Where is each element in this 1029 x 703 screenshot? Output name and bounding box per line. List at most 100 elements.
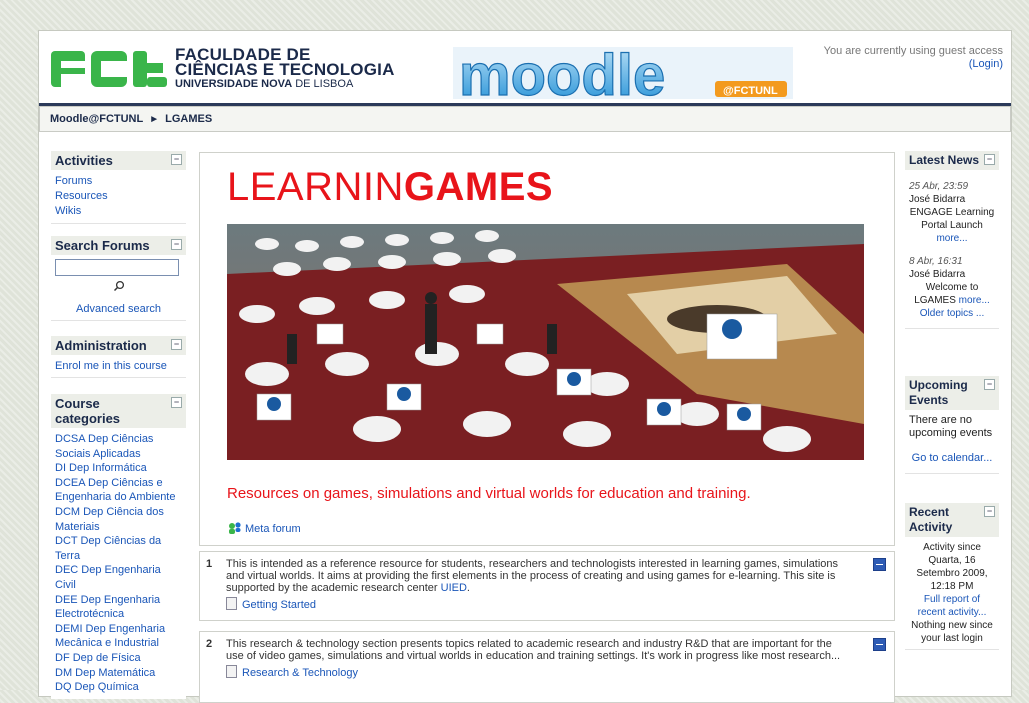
activity-resources[interactable]: Resources [55,190,108,202]
collapse-icon[interactable]: − [984,379,995,390]
search-forums-title: Search Forums − [51,236,186,255]
course-categories-title-text: Course categories [55,396,121,426]
administration-title: Administration − [51,336,186,355]
meta-forum-link[interactable]: Meta forum [245,523,301,535]
fct-line2: CIÊNCIAS E TECNOLOGIA [175,60,395,79]
category-link[interactable]: DEC Dep Engenharia Civil [55,564,161,591]
getting-started-link[interactable]: Getting Started [242,599,316,611]
category-list: DCSA Dep Ciências Sociais Aplicadas DI De… [51,428,186,699]
topic-section-1: 1 This is intended as a reference resour… [199,551,895,621]
moodle-sub: @FCTUNL [723,85,778,97]
login-link[interactable]: (Login) [969,58,1003,70]
activity-forums[interactable]: Forums [55,175,92,187]
latest-news-block: Latest News − 25 Abr, 23:59 José Bidarra … [905,151,999,329]
page-title: LEARNINGAMES [227,165,553,209]
meta-forum-item: Meta forum [227,522,301,535]
nothing-new-text: Nothing new since your last login [911,620,993,644]
activities-title: Activities − [51,151,186,170]
moodle-wordmark: moodle [459,43,665,101]
category-link[interactable]: DCEA Dep Ciências e Engenharia do Ambien… [55,477,175,504]
category-link[interactable]: DCSA Dep Ciências Sociais Aplicadas [55,433,153,460]
page: FACULDADE DE CIÊNCIAS E TECNOLOGIA UNIVE… [38,30,1012,703]
no-events-text: There are no upcoming events [909,414,993,439]
collapse-icon[interactable]: − [984,506,995,517]
full-report-link[interactable]: Full report of recent activity... [918,594,987,618]
activities-block: Activities − Forums Resources Wikis [51,151,186,224]
news-date: 25 Abr, 23:59 [909,181,969,192]
title-bold: GAMES [403,165,554,209]
activity-since: Activity since Quarta, 16 Setembro 2009,… [916,542,988,592]
category-link[interactable]: DM Dep Matemática [55,667,155,679]
collapse-icon[interactable]: − [171,397,182,408]
category-link[interactable]: DCT Dep Ciências da Terra [55,535,161,562]
collapse-icon[interactable]: − [984,154,995,165]
category-link[interactable]: DCM Dep Ciência dos Materiais [55,506,164,533]
show-only-topic-icon[interactable] [873,638,886,651]
topic-number: 1 [206,558,213,570]
recent-activity-title: Recent Activity − [905,503,999,537]
guest-notice: You are currently using guest access (Lo… [824,45,1003,71]
collapse-icon[interactable]: − [171,154,182,165]
news-item: Welcome to LGAMES more... [909,281,995,307]
resource-item: Research & Technology [226,665,846,679]
category-link[interactable]: DQ Dep Química [55,681,139,693]
upcoming-events-title: Upcoming Events − [905,376,999,410]
course-summary: LEARNINGAMES Resources on games, simulat… [199,152,895,546]
breadcrumb-home[interactable]: Moodle@FCTUNL [50,113,143,125]
uied-link[interactable]: UIED [441,582,467,594]
show-only-topic-icon[interactable] [873,558,886,571]
topic-text: This research & technology section prese… [226,638,841,662]
fct-name: FACULDADE DE CIÊNCIAS E TECNOLOGIA UNIVE… [175,46,395,92]
news-author: José Bidarra [909,194,966,205]
fct-line3-light: DE LISBOA [292,78,354,90]
resource-item: Getting Started [226,597,846,611]
category-link[interactable]: DEE Dep Engenharia Electrotécnica [55,594,160,621]
recent-activity-title-text: Recent Activity [909,505,953,534]
enrol-link[interactable]: Enrol me in this course [55,360,167,372]
topic-number: 2 [206,638,213,650]
search-forums-title-text: Search Forums [55,238,150,253]
moodle-logo[interactable]: moodle @FCTUNL [453,39,793,101]
document-icon [226,597,237,610]
fct-line3: UNIVERSIDADE NOVA DE LISBOA [175,77,395,92]
recent-activity-block: Recent Activity − Activity since Quarta, … [905,503,999,650]
category-link[interactable]: DI Dep Informática [55,462,147,474]
calendar-link[interactable]: Go to calendar... [912,452,993,464]
breadcrumb-current: LGAMES [165,113,213,125]
latest-news-title: Latest News − [905,151,999,170]
topic-summary: This is intended as a reference resource… [226,558,846,611]
forum-icon [229,522,241,534]
category-link[interactable]: DEMI Dep Engenharia Mecânica e Industria… [55,623,165,650]
topic-text-tail: . [466,582,470,594]
search-forums-block: Search Forums − Advanced search [51,236,186,321]
search-input[interactable] [55,259,179,276]
older-topics-link[interactable]: Older topics ... [920,308,984,319]
upcoming-events-block: Upcoming Events − There are no upcoming e… [905,376,999,474]
news-more-link[interactable]: more... [959,295,990,306]
collapse-icon[interactable]: − [171,339,182,350]
administration-title-text: Administration [55,338,147,353]
news-item: ENGAGE Learning Portal Launch more... [909,206,995,245]
news-text: ENGAGE Learning Portal Launch [909,207,995,231]
fct-line3-bold: UNIVERSIDADE NOVA [175,78,293,90]
topic-summary: This research & technology section prese… [226,638,846,679]
activity-wikis[interactable]: Wikis [55,205,81,217]
fct-logo[interactable] [51,49,171,89]
virtual-world-image [227,224,864,460]
site-header: FACULDADE DE CIÊNCIAS E TECNOLOGIA UNIVE… [39,31,1011,103]
latest-news-title-text: Latest News [909,153,980,167]
course-categories-block: Course categories − DCSA Dep Ciências Soc… [51,394,186,699]
topic-section-2: 2 This research & technology section pre… [199,631,895,703]
search-icon[interactable] [113,280,125,292]
breadcrumb: Moodle@FCTUNL ► LGAMES [39,106,1011,132]
news-more-link[interactable]: more... [936,233,967,244]
advanced-search-link[interactable]: Advanced search [76,303,161,315]
course-categories-title: Course categories − [51,394,186,428]
research-technology-link[interactable]: Research & Technology [242,667,358,679]
category-link[interactable]: DF Dep de Física [55,652,141,664]
activities-title-text: Activities [55,153,113,168]
title-light: LEARNIN [227,165,404,209]
collapse-icon[interactable]: − [171,239,182,250]
news-author: José Bidarra [909,269,966,280]
breadcrumb-separator: ► [149,114,160,125]
